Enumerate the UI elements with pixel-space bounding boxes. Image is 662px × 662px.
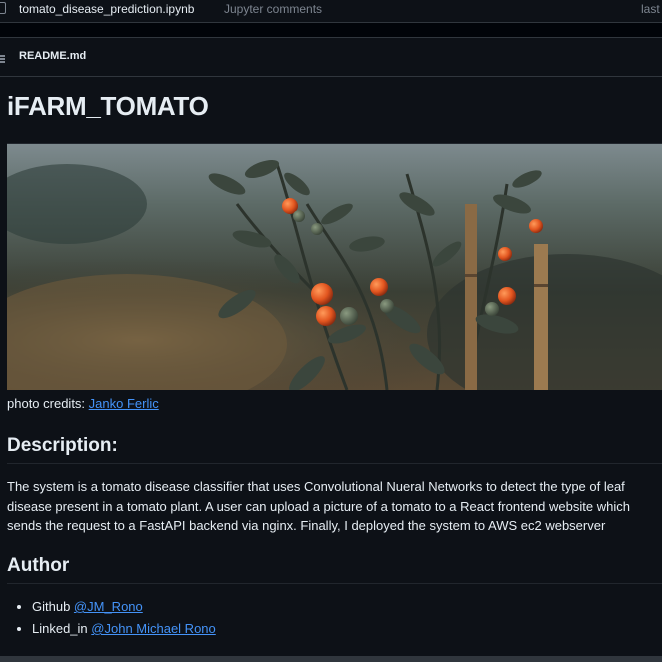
section-gap	[0, 23, 662, 37]
file-row[interactable]: tomato_disease_prediction.ipynb Jupyter …	[0, 0, 662, 23]
author-item-label: Github	[32, 599, 74, 614]
file-name-link[interactable]: tomato_disease_prediction.ipynb	[19, 2, 194, 16]
author-list: Github @JM_Rono Linked_in @John Michael …	[32, 596, 216, 640]
list-item: Linked_in @John Michael Rono	[32, 618, 216, 640]
list-item: Github @JM_Rono	[32, 596, 216, 618]
list-icon[interactable]	[0, 55, 5, 63]
readme-header: README.md	[0, 37, 662, 77]
commit-message-link[interactable]: Jupyter comments	[224, 2, 322, 16]
readme-title: iFARM_TOMATO	[7, 91, 662, 144]
description-text: The system is a tomato disease classifie…	[7, 479, 630, 533]
tomato-plant-image	[7, 144, 662, 390]
photo-credits-link[interactable]: Janko Ferlic	[89, 396, 159, 411]
photo-credits-label: photo credits:	[7, 396, 89, 411]
author-item-label: Linked_in	[32, 621, 92, 636]
readme-tab[interactable]: README.md	[19, 50, 86, 62]
linkedin-link[interactable]: @John Michael Rono	[91, 621, 215, 636]
horizontal-scrollbar[interactable]	[0, 656, 662, 662]
description-heading: Description:	[7, 435, 662, 464]
github-link[interactable]: @JM_Rono	[74, 599, 143, 614]
photo-credits: photo credits: Janko Ferlic	[7, 396, 159, 411]
author-heading: Author	[7, 555, 662, 584]
file-icon	[0, 2, 6, 14]
last-commit-date: last	[641, 2, 660, 16]
